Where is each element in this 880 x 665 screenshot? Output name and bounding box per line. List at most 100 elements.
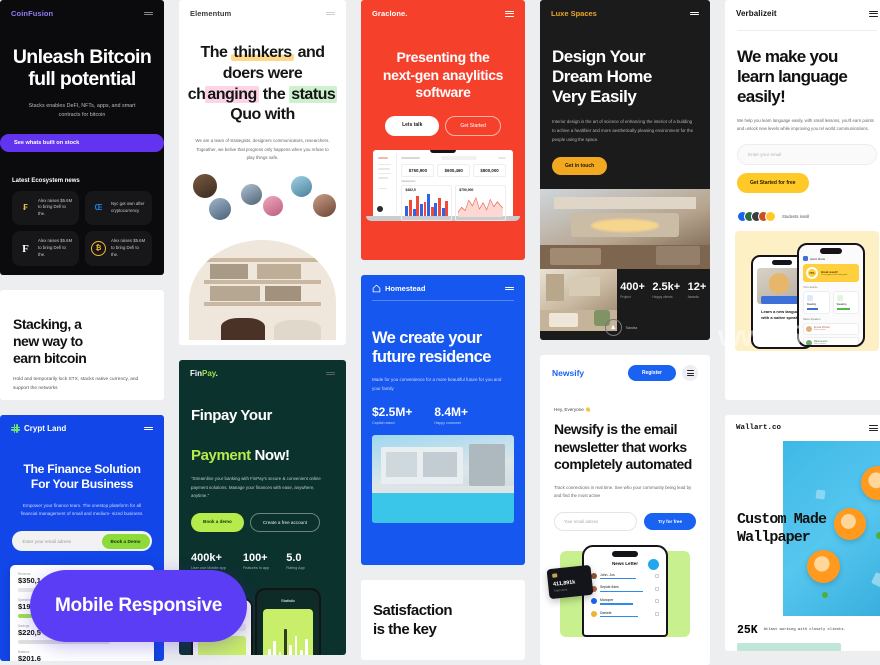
cryptland-signup-form: Enter your email adress Book a Demo xyxy=(12,531,152,552)
hamburger-menu-icon[interactable] xyxy=(682,365,698,381)
stat-label: Atlast working with closely clients. xyxy=(763,628,846,633)
coinfusion-cta-button[interactable]: See whats built on stock xyxy=(0,133,164,152)
book-demo-button[interactable]: Book a demo xyxy=(191,512,244,532)
card-coinfusion[interactable]: CoinFusion Unleash Bitcoin full potentia… xyxy=(0,0,164,275)
hamburger-menu-icon[interactable] xyxy=(869,10,878,17)
verbalizeit-brand[interactable]: Verbalizeit xyxy=(736,9,777,18)
stat-item: 400k+ User use Mobile app xyxy=(191,552,226,570)
title-seg: The xyxy=(200,44,232,61)
try-free-button[interactable]: Try for free xyxy=(644,512,696,530)
card-elementum[interactable]: Elementum The thinkers and doers were ch… xyxy=(179,0,346,345)
hamburger-menu-icon[interactable] xyxy=(144,426,153,431)
news-item[interactable]: Œ Nyc got own after cryptocurrency xyxy=(85,190,152,226)
newsify-signup-form: Your email adress Try for free xyxy=(554,511,696,531)
create-account-button[interactable]: Create a free account xyxy=(249,512,321,532)
newsify-title-line2: newsletter that works xyxy=(554,438,687,455)
lets-talk-button[interactable]: Lets talk xyxy=(385,115,440,136)
wallart-color-strip xyxy=(737,643,841,651)
card-satisfaction[interactable]: Satisfaction is the key xyxy=(361,580,525,660)
get-started-button[interactable]: Get Started for free xyxy=(737,173,809,194)
news-item-text: Alex raises $5.6M to bring Defi to the. xyxy=(111,238,146,257)
news-item-text: Alex raises $5.6M to bring Defi to the. xyxy=(38,238,73,257)
progress-ring: 75% xyxy=(806,267,818,280)
luxe-title-line3: Very Easily xyxy=(552,87,637,107)
chart2-value: $750,900 xyxy=(459,187,474,192)
avatar xyxy=(261,194,285,219)
cryptland-brand[interactable]: Crypt Land xyxy=(11,424,66,433)
news-item[interactable]: F Alex raises $5.6M to bring Defi to the… xyxy=(12,231,79,266)
card-newsify[interactable]: Newsify Register Hey, Everyone 👋 Newsify… xyxy=(540,355,710,665)
stat-label: Project xyxy=(620,294,631,299)
chart1-value: $482,5 xyxy=(405,187,416,192)
hamburger-menu-icon[interactable] xyxy=(326,371,335,376)
play-icon[interactable]: ▲ xyxy=(604,319,622,336)
email-input[interactable]: Enter your email adress xyxy=(15,539,102,544)
stat-item: 2.5k+ Happy clients xyxy=(652,281,680,299)
hamburger-menu-icon[interactable] xyxy=(690,11,699,16)
finpay-brand[interactable]: FinPay. xyxy=(190,369,218,378)
cryptland-subtitle: Empower your finance team. The onestop p… xyxy=(20,502,144,516)
card-verbalizeit[interactable]: Verbalizeit We make you learn language e… xyxy=(725,0,880,400)
title-seg: the xyxy=(258,85,290,103)
stat-label: Happy customer xyxy=(434,420,462,425)
stat-value: 12+ xyxy=(687,280,707,293)
email-input[interactable]: Enter your email xyxy=(737,144,877,166)
stat-label: Capital raised xyxy=(372,420,395,425)
gallery-column-2: Elementum The thinkers and doers were ch… xyxy=(179,0,346,665)
verbalizeit-social-proof: Students insoll xyxy=(737,211,880,223)
template-gallery-board: CoinFusion Unleash Bitcoin full potentia… xyxy=(0,0,880,665)
title-highlight-anging: anging xyxy=(205,85,259,103)
verbalizeit-title-line2: learn language xyxy=(737,66,848,86)
card-stacking[interactable]: Stacking, a new way to earn bitcoin Hold… xyxy=(0,290,164,400)
card-luxe-spaces[interactable]: Luxe Spaces Design Your Dream Home Very … xyxy=(540,0,710,340)
phone-row-label: John- Jos xyxy=(600,572,615,577)
homestead-navbar: Homestead xyxy=(361,275,525,296)
news-item[interactable]: ₣ Alex raises $5.6M to bring Defi to the… xyxy=(12,190,79,226)
hamburger-menu-icon[interactable] xyxy=(326,11,335,16)
stat-value: 400+ xyxy=(620,280,645,293)
hamburger-menu-icon[interactable] xyxy=(869,425,878,431)
homestead-title-line2: future residence xyxy=(372,347,491,366)
finpay-title-line1: Finpay Your xyxy=(191,407,272,424)
book-demo-button[interactable]: Book a Demo xyxy=(101,533,150,549)
verbalizeit-title-line3: easily! xyxy=(737,86,786,106)
phone-title: Statistic xyxy=(280,597,295,603)
newsify-brand[interactable]: Newsify xyxy=(552,368,584,378)
card-graclone[interactable]: Graclone. Presenting the next-gen anayli… xyxy=(361,0,525,260)
newsify-title-line1: Newsify is the email xyxy=(554,421,678,437)
elementum-brand[interactable]: Elementum xyxy=(190,9,231,18)
hamburger-menu-icon[interactable] xyxy=(505,10,514,17)
card-homestead[interactable]: Homestead We create your future residenc… xyxy=(361,275,525,565)
phone-row-label: Sepide fides xyxy=(600,585,619,590)
email-input[interactable]: Your email adress xyxy=(554,511,637,531)
wallart-title-line2: Wallpaper xyxy=(737,529,811,546)
verbalizeit-title-line1: We make you xyxy=(737,46,838,66)
mobile-responsive-badge: Mobile Responsive xyxy=(30,570,247,642)
row-value: $201,6 xyxy=(18,654,41,661)
homestead-brand[interactable]: Homestead xyxy=(372,284,425,293)
get-started-button[interactable]: Get Started xyxy=(445,115,501,136)
luxe-brand[interactable]: Luxe Spaces xyxy=(551,9,597,18)
stacking-title-line1: Stacking, a xyxy=(13,316,82,332)
homestead-hero-photo xyxy=(372,434,514,523)
stat-value: 100+ xyxy=(242,551,268,564)
luxe-subtitle: Interior design is the art of science of… xyxy=(552,119,694,142)
coinfusion-brand[interactable]: CoinFusion xyxy=(11,9,53,18)
bitcoin-coin-icon: ₿ xyxy=(91,241,106,256)
get-in-touch-button[interactable]: Get in touch xyxy=(552,156,608,175)
graclone-brand[interactable]: Graclone. xyxy=(372,9,408,18)
luxe-play-widget[interactable]: ▲ Sandra xyxy=(604,319,638,336)
verbalizeit-subtitle: We help you learn language easily, with … xyxy=(737,117,874,132)
register-button[interactable]: Register xyxy=(627,365,676,381)
stat-item: $2.5M+ Capital raised xyxy=(372,405,412,425)
news-item[interactable]: ₿ Alex raises $5.6M to bring Defi to the… xyxy=(85,231,152,266)
coinfusion-title-line2: full potential xyxy=(28,67,136,90)
coinfusion-news-heading: Latest Ecosystem news xyxy=(12,177,80,184)
card-wallart[interactable]: Wallart.co Custom Made Wallpaper 25K Atl… xyxy=(725,415,880,651)
kpi-value: $750,900 xyxy=(401,163,435,177)
luxe-hero-photo xyxy=(540,188,710,269)
hamburger-menu-icon[interactable] xyxy=(505,286,514,291)
wallart-brand[interactable]: Wallart.co xyxy=(736,424,781,432)
hamburger-menu-icon[interactable] xyxy=(144,11,153,16)
play-label: Sandra xyxy=(625,325,638,330)
